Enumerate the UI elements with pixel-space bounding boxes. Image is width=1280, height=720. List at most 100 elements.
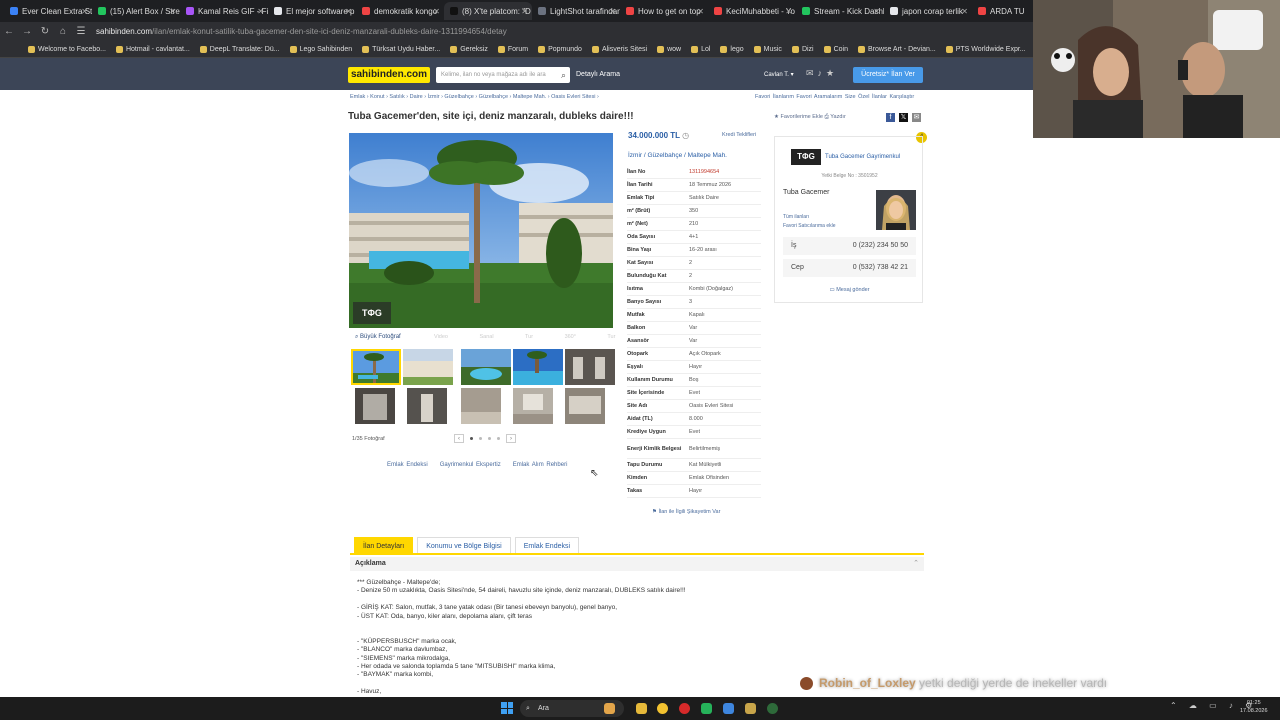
bookmark-item[interactable]: Forum: [497, 45, 528, 53]
browser-tab[interactable]: How to get on top ✕: [620, 2, 708, 20]
main-photo[interactable]: [349, 133, 613, 328]
close-tab-icon[interactable]: ✕: [697, 7, 704, 16]
bookmark-item[interactable]: Coin: [823, 45, 848, 53]
whatsapp-icon[interactable]: [701, 703, 712, 714]
back-icon[interactable]: ←: [0, 26, 18, 37]
collapse-icon[interactable]: ⌃: [913, 557, 919, 571]
media-tabs[interactable]: Video Sanal Tur 360° Tur: [434, 334, 615, 340]
close-tab-icon[interactable]: ✕: [521, 7, 528, 16]
next-photo-button[interactable]: ›: [506, 434, 516, 443]
thumbnail[interactable]: [513, 388, 563, 424]
obs-icon[interactable]: [767, 703, 778, 714]
thumbnail[interactable]: [403, 349, 453, 385]
tab-ilan-detaylari[interactable]: İlan Detayları: [354, 537, 414, 554]
browser-tab[interactable]: LightShot tarafindan ✕: [532, 2, 620, 20]
file-explorer-icon[interactable]: [636, 703, 647, 714]
facebook-icon[interactable]: f: [886, 113, 895, 122]
site-logo[interactable]: sahibinden.com: [348, 67, 430, 83]
phone-work[interactable]: İş 0 (232) 234 50 50: [783, 237, 916, 255]
pager-dot[interactable]: [497, 437, 500, 440]
forward-icon[interactable]: →: [18, 26, 36, 37]
site-search-input[interactable]: Kelime, ilan no veya mağaza adı ile ara ⌕: [436, 67, 570, 83]
search-icon[interactable]: ⌕: [561, 67, 566, 83]
site-info-icon[interactable]: ☰: [72, 26, 90, 37]
thumbnail[interactable]: [355, 388, 405, 424]
browser-tab[interactable]: Ever Clean Extra Str ✕: [4, 2, 92, 20]
bookmark-item[interactable]: Türksat Uydu Haber...: [362, 45, 440, 53]
bookmark-item[interactable]: Lol: [691, 45, 710, 53]
loan-offers-link[interactable]: Kredi Teklifleri: [722, 132, 756, 138]
tab-emlak-endeksi[interactable]: Emlak Endeksi: [514, 537, 580, 554]
mail-icon[interactable]: ✉: [806, 68, 818, 78]
free-ad-button[interactable]: Ücretsiz* İlan Ver: [853, 67, 923, 83]
browser-tab[interactable]: Stream - Kick Dashb ✕: [796, 2, 884, 20]
url-field[interactable]: sahibinden.com/ilan/emlak-konut-satilik-…: [96, 27, 507, 36]
windows-start-icon[interactable]: [501, 702, 513, 714]
breadcrumb[interactable]: Emlak › Konut › Satılık › Daire › İzmir …: [350, 94, 599, 100]
link-emlak-endeksi[interactable]: Emlak Endeksi: [387, 462, 428, 468]
close-tab-icon[interactable]: ✕: [433, 7, 440, 16]
x-icon[interactable]: 𝕏: [899, 113, 908, 122]
bookmark-item[interactable]: Music: [753, 45, 782, 53]
bookmark-item[interactable]: Gereksiz: [450, 45, 488, 53]
opera-icon[interactable]: [679, 703, 690, 714]
prev-photo-button[interactable]: ‹: [454, 434, 464, 443]
thumbnail[interactable]: [351, 349, 401, 385]
pager-dot[interactable]: [470, 437, 473, 440]
bookmark-item[interactable]: Browse Art - Devian...: [858, 45, 936, 53]
tab-konum[interactable]: Konumu ve Bölge Bilgisi: [417, 537, 511, 554]
price-history-icon[interactable]: ◷: [682, 131, 689, 140]
browser-tab[interactable]: demokratik kongo ✕: [356, 2, 444, 20]
send-message-link[interactable]: ▭ Mesaj gönder: [775, 287, 924, 293]
clock[interactable]: 01:25 17.08.2026: [1240, 699, 1268, 715]
thumbnail[interactable]: [565, 349, 615, 385]
browser-tab[interactable]: Kamal Reis GIF - Fin ✕: [180, 2, 268, 20]
thumbnail[interactable]: [565, 388, 615, 424]
thumbnail[interactable]: [461, 388, 511, 424]
phone-mobile[interactable]: Cep 0 (532) 738 42 21: [783, 259, 916, 277]
taskbar-app-icon[interactable]: [604, 703, 615, 714]
user-menu[interactable]: Cavlan T. ▾: [764, 71, 794, 78]
pager-dot[interactable]: [488, 437, 491, 440]
browser-tab[interactable]: (8) X'te platcom: "D ✕: [444, 2, 532, 20]
link-alim-rehberi[interactable]: Emlak Alım Rehberi: [513, 462, 568, 468]
seller-all-ads[interactable]: Tüm ilanları: [783, 214, 809, 220]
browser-tab[interactable]: El mejor software p ✕: [268, 2, 356, 20]
chrome-icon[interactable]: [657, 703, 668, 714]
bookmark-item[interactable]: Lego Sahibinden: [289, 45, 352, 53]
browser-tab[interactable]: (15) Alert Box / Stre ✕: [92, 2, 180, 20]
seller-favorite[interactable]: Favori Satıcılarıma ekle: [783, 223, 836, 229]
report-link[interactable]: ⚑ İlan ile İlgili Şikayetim Var: [652, 509, 720, 515]
close-tab-icon[interactable]: ✕: [345, 7, 352, 16]
advanced-search-link[interactable]: Detaylı Arama: [576, 71, 620, 78]
bookmark-item[interactable]: Welcome to Facebo...: [28, 45, 106, 53]
bookmark-item[interactable]: Popmundo: [538, 45, 582, 53]
link-ekspertiz[interactable]: Gayrimenkul Ekspertiz: [440, 462, 501, 468]
home-icon[interactable]: ⌂: [54, 26, 72, 37]
close-tab-icon[interactable]: ✕: [81, 7, 88, 16]
close-tab-icon[interactable]: ✕: [609, 7, 616, 16]
browser-tab[interactable]: KeciMuhabbeti - Yo ✕: [708, 2, 796, 20]
app-icon[interactable]: [745, 703, 756, 714]
thumbnail[interactable]: [461, 349, 511, 385]
listing-actions[interactable]: ★ Favorilerime Ekle ⎙ Yazdır: [774, 114, 846, 121]
reload-icon[interactable]: ↻: [36, 26, 54, 37]
big-photo-link[interactable]: ⌕ Büyük Fotoğraf: [355, 334, 401, 341]
seller-company[interactable]: Tuba Gacemer Gayrimenkul: [825, 154, 900, 160]
browser-tab[interactable]: japon corap terlik ✕: [884, 2, 972, 20]
thumbnail[interactable]: [513, 349, 563, 385]
bookmark-item[interactable]: PTS Worldwide Expr...: [945, 45, 1026, 53]
close-tab-icon[interactable]: ✕: [961, 7, 968, 16]
bookmark-item[interactable]: Hotmail - cavlantat...: [115, 45, 190, 53]
bookmark-item[interactable]: DeepL Translate: Dü...: [199, 45, 280, 53]
bell-icon[interactable]: ♪: [818, 68, 827, 78]
close-tab-icon[interactable]: ✕: [169, 7, 176, 16]
app-icon[interactable]: [723, 703, 734, 714]
pager-dot[interactable]: [479, 437, 482, 440]
bookmark-item[interactable]: lego: [720, 45, 744, 53]
close-tab-icon[interactable]: ✕: [873, 7, 880, 16]
bookmark-item[interactable]: Alisveris Sitesi: [591, 45, 647, 53]
bookmark-item[interactable]: Dizi: [791, 45, 814, 53]
email-share-icon[interactable]: ✉: [912, 113, 921, 122]
seller-logo[interactable]: TΦG: [791, 149, 821, 165]
